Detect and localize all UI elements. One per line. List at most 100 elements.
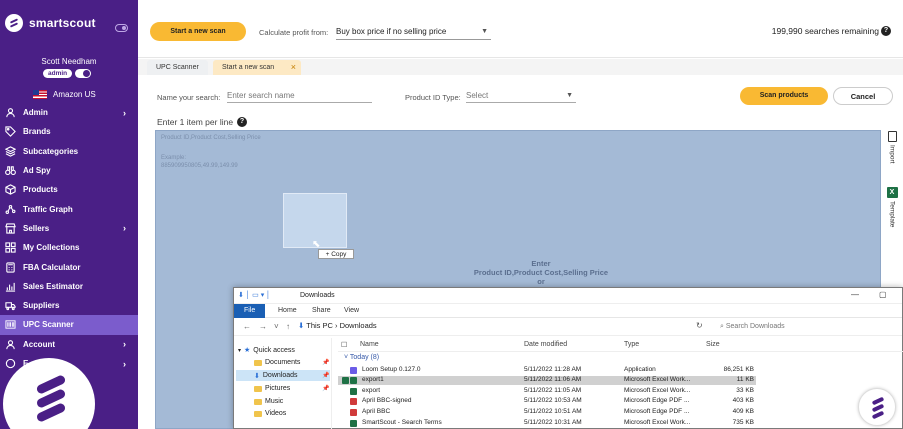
help-icon[interactable]: ? xyxy=(881,26,891,36)
sidebar-item-subcategories[interactable]: Subcategories xyxy=(0,142,138,161)
search-name-placeholder: Enter search name xyxy=(227,91,295,100)
placeholder-line: Example: xyxy=(161,155,187,161)
sidebar-item-my-collections[interactable]: My Collections xyxy=(0,238,138,257)
file-size: 403 KB xyxy=(732,397,754,404)
column-header-date[interactable]: Date modified xyxy=(524,341,567,348)
header-divider xyxy=(338,351,903,352)
maximize-icon[interactable]: ▢ xyxy=(879,290,887,299)
sidebar-item-ad-spy[interactable]: Ad Spy xyxy=(0,161,138,180)
tree-label: Videos xyxy=(265,410,287,417)
chevron-down-icon[interactable]: ˅ xyxy=(274,322,279,331)
sidebar-collapse-toggle[interactable] xyxy=(115,24,128,32)
file-name: export xyxy=(362,387,381,394)
back-arrow-icon[interactable]: ← xyxy=(243,322,251,331)
forward-arrow-icon[interactable]: → xyxy=(259,322,267,331)
barcode-icon xyxy=(4,319,16,331)
sidebar-item-brands[interactable]: Brands xyxy=(0,122,138,141)
brand[interactable]: smartscout xyxy=(5,14,96,32)
group-header-today[interactable]: ˅ Today (8) xyxy=(344,354,379,361)
file-row[interactable]: April BBC 5/11/2022 10:51 AM Microsoft E… xyxy=(338,408,756,417)
sidebar-item-products[interactable]: Products xyxy=(0,180,138,199)
import-button[interactable]: Import xyxy=(884,131,900,163)
checkbox-icon[interactable]: ☐ xyxy=(341,341,347,349)
sidebar-item-label: Suppliers xyxy=(23,301,60,311)
template-button[interactable]: X Template xyxy=(884,187,900,227)
caret-down-icon: ▼ xyxy=(481,28,488,35)
address-path[interactable]: ⬇ This PC › Downloads xyxy=(298,321,377,330)
quick-access-toolbar-icon[interactable]: ⬇ │ ▭ ▾ │ xyxy=(238,291,271,299)
tag-icon xyxy=(4,126,16,138)
column-header-size[interactable]: Size xyxy=(706,341,720,348)
sidebar-item-label: Admin xyxy=(23,108,48,118)
tree-item-music[interactable]: Music xyxy=(254,398,283,405)
ribbon-tab-view[interactable]: View xyxy=(338,304,365,318)
sidebar-item-suppliers[interactable]: Suppliers xyxy=(0,296,138,315)
folder-icon xyxy=(254,385,262,392)
sidebar-item-upc-scanner[interactable]: UPC Scanner xyxy=(0,315,138,335)
tree-item-videos[interactable]: Videos xyxy=(254,410,286,417)
product-id-type-value: Select xyxy=(466,91,489,100)
column-header-name[interactable]: Name xyxy=(360,341,379,348)
smartscout-chat-logo-icon[interactable] xyxy=(858,388,896,426)
tab-label: Start a new scan xyxy=(222,64,275,71)
ribbon-tab-share[interactable]: Share xyxy=(306,304,337,318)
excel-icon xyxy=(350,420,357,427)
sidebar-nav: Admin › Brands Subcategories Ad Spy Prod… xyxy=(0,103,138,373)
marketplace-selector[interactable]: Amazon US xyxy=(33,90,96,99)
cancel-button[interactable]: Cancel xyxy=(833,87,893,105)
folder-icon xyxy=(254,410,262,417)
sidebar-item-admin[interactable]: Admin › xyxy=(0,103,138,122)
pin-icon: 📌 xyxy=(322,386,330,392)
file-row[interactable]: April BBC-signed 5/11/2022 10:53 AM Micr… xyxy=(338,397,756,406)
explorer-search-input[interactable]: ⌕ Search Downloads xyxy=(717,320,887,333)
sidebar-item-account[interactable]: Account › xyxy=(0,335,138,354)
sidebar-item-label: FBA Calculator xyxy=(23,262,81,272)
excel-icon xyxy=(350,388,357,395)
file-date: 5/11/2022 11:28 AM xyxy=(524,366,582,373)
close-icon[interactable]: × xyxy=(291,60,296,75)
tree-item-downloads[interactable]: ⬇ Downloads xyxy=(236,370,330,381)
admin-switch[interactable] xyxy=(75,69,92,78)
calc-profit-select[interactable]: Buy box price if no selling price ▼ xyxy=(336,24,491,40)
marketplace-label: Amazon US xyxy=(53,90,96,99)
sidebar-item-fba-calculator[interactable]: FBA Calculator xyxy=(0,257,138,276)
tab-start-new-scan[interactable]: Start a new scan × xyxy=(213,60,301,75)
sidebar-item-traffic-graph[interactable]: Traffic Graph xyxy=(0,199,138,218)
grid-icon xyxy=(4,242,16,254)
up-arrow-icon[interactable]: ↑ xyxy=(286,322,290,331)
start-new-scan-button[interactable]: Start a new scan xyxy=(150,22,246,41)
refresh-icon[interactable]: ↻ xyxy=(696,321,703,330)
file-row[interactable]: export1 5/11/2022 11:06 AM Microsoft Exc… xyxy=(338,376,756,385)
search-name-input[interactable]: Enter search name xyxy=(227,89,372,103)
tree-item-pictures[interactable]: Pictures xyxy=(254,385,290,392)
sidebar-item-sellers[interactable]: Sellers › xyxy=(0,219,138,238)
tree-item-quick-access[interactable]: ▾ ★ Quick access xyxy=(238,346,295,355)
column-header-type[interactable]: Type xyxy=(624,341,639,348)
product-id-type-label: Product ID Type: xyxy=(405,93,461,102)
tree-item-documents[interactable]: Documents xyxy=(254,359,300,366)
scan-products-button[interactable]: Scan products xyxy=(740,87,828,105)
placeholder-line: 885909950805,49.99,149.99 xyxy=(161,163,238,169)
file-size: 735 KB xyxy=(732,419,754,426)
minimize-icon[interactable]: — xyxy=(851,290,859,299)
file-row[interactable]: SmartScout - Search Terms 5/11/2022 10:3… xyxy=(338,419,756,428)
chart-icon xyxy=(4,280,16,292)
ribbon-tab-file[interactable]: File xyxy=(234,304,266,318)
placeholder-line: Product ID,Product Cost,Selling Price xyxy=(161,135,261,141)
explorer-search-placeholder: Search Downloads xyxy=(725,323,785,330)
file-list: ☐ Name Date modified Type Size ˅ Today (… xyxy=(338,338,903,429)
tree-label: Pictures xyxy=(265,385,291,392)
product-id-type-select[interactable]: Select ▼ xyxy=(466,89,576,103)
file-date: 5/11/2022 10:51 AM xyxy=(524,408,582,415)
tab-upc-scanner[interactable]: UPC Scanner xyxy=(147,60,208,75)
checkbox-icon[interactable] xyxy=(342,377,349,384)
ribbon-tab-home[interactable]: Home xyxy=(272,304,303,318)
file-row[interactable]: Loom Setup 0.127.0 5/11/2022 11:28 AM Ap… xyxy=(338,366,756,375)
sidebar-item-sales-estimator[interactable]: Sales Estimator xyxy=(0,277,138,296)
explorer-body: ▾ ★ Quick access Documents 📌 ⬇ Downloads… xyxy=(234,338,903,429)
help-icon[interactable]: ? xyxy=(237,117,247,127)
template-label: Template xyxy=(888,201,896,228)
admin-badge: admin xyxy=(43,69,73,78)
brand-name: smartscout xyxy=(29,16,96,30)
file-row[interactable]: export 5/11/2022 11:05 AM Microsoft Exce… xyxy=(338,387,756,396)
